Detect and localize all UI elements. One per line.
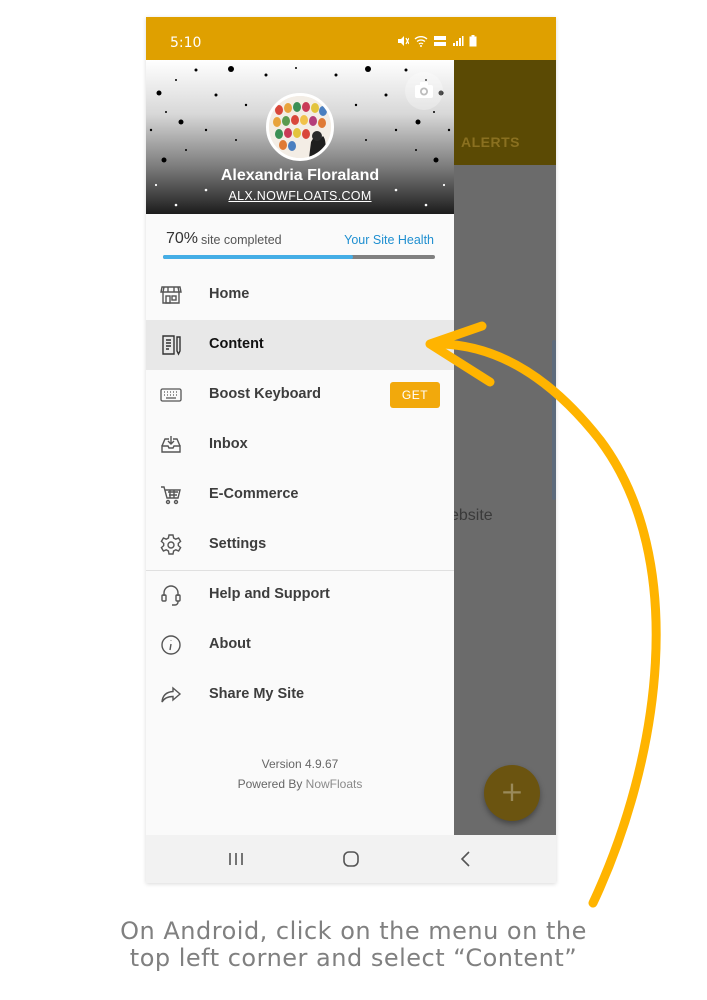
status-bar: 5:10 xyxy=(146,17,556,60)
menu-item-content[interactable]: Content xyxy=(146,320,454,370)
menu-item-settings[interactable]: Settings xyxy=(146,520,454,570)
menu-item-share-my-site[interactable]: Share My Site xyxy=(146,670,454,720)
get-keyboard-button[interactable]: GET xyxy=(390,382,440,408)
menu-item-boost-keyboard[interactable]: Boost Keyboard GET xyxy=(146,370,454,420)
app-version: Version 4.9.67 xyxy=(261,757,339,771)
home-circle-icon[interactable] xyxy=(339,847,363,871)
progress-track xyxy=(163,255,435,259)
site-progress: 70% site completed Your Site Health xyxy=(146,214,454,269)
progress-percent: 70% xyxy=(166,230,199,247)
battery-icon xyxy=(469,34,477,52)
avatar[interactable] xyxy=(266,93,334,161)
status-icons xyxy=(396,34,477,52)
camera-icon xyxy=(415,82,433,98)
content-icon xyxy=(159,333,183,357)
background-app: ALERTS ebsite + xyxy=(450,60,556,835)
headset-icon xyxy=(159,583,183,607)
menu-item-help-and-support[interactable]: Help and Support xyxy=(146,570,454,620)
menu-item-label: About xyxy=(209,636,251,652)
menu-item-label: Inbox xyxy=(209,436,248,452)
inbox-icon xyxy=(159,433,183,457)
menu-item-label: Boost Keyboard xyxy=(209,386,321,402)
info-icon xyxy=(159,633,183,657)
profile-site-link[interactable]: ALX.NOWFLOATS.COM xyxy=(146,189,454,203)
menu-item-label: Share My Site xyxy=(209,686,305,702)
profile-name: Alexandria Floraland xyxy=(220,167,380,184)
recent-apps-icon[interactable] xyxy=(224,847,248,871)
store-icon xyxy=(159,283,183,307)
caption-line: top left corner and select “Content” xyxy=(129,944,578,972)
site-health-link[interactable]: Your Site Health xyxy=(344,233,434,247)
background-scroll-edge xyxy=(552,340,556,500)
mute-icon xyxy=(396,34,410,52)
keyboard-icon xyxy=(159,383,183,407)
powered-prefix: Powered By xyxy=(237,777,303,791)
powered-brand: NowFloats xyxy=(305,777,363,791)
change-cover-button[interactable] xyxy=(405,72,443,110)
instruction-caption: On Android, click on the menu on the top… xyxy=(0,918,707,972)
menu-item-label: Settings xyxy=(209,536,267,552)
menu-item-label: E-Commerce xyxy=(209,486,299,502)
phone-screen: 5:10 ALERTS ebsite + Alexandria Floralan… xyxy=(146,17,556,883)
menu-item-about[interactable]: About xyxy=(146,620,454,670)
background-header: ALERTS xyxy=(454,60,556,165)
menu-item-inbox[interactable]: Inbox xyxy=(146,420,454,470)
menu-item-e-commerce[interactable]: E-Commerce xyxy=(146,470,454,520)
alerts-tab: ALERTS xyxy=(461,134,520,150)
menu-item-label: Home xyxy=(209,286,250,302)
cart-icon xyxy=(159,483,183,507)
menu-item-label: Content xyxy=(209,336,264,352)
volte-icon xyxy=(433,34,447,52)
background-text: ebsite xyxy=(450,507,493,524)
system-nav-bar xyxy=(146,835,556,883)
share-icon xyxy=(159,683,183,707)
wifi-icon xyxy=(414,34,428,52)
menu-item-label: Help and Support xyxy=(209,586,330,602)
plus-icon: + xyxy=(500,775,524,808)
back-icon[interactable] xyxy=(454,847,478,871)
caption-line: On Android, click on the menu on the xyxy=(120,917,587,945)
status-time: 5:10 xyxy=(170,35,202,51)
powered-by: Powered By NowFloats xyxy=(146,777,454,791)
navigation-drawer: Alexandria Floraland ALX.NOWFLOATS.COM 7… xyxy=(146,60,454,835)
add-fab-button: + xyxy=(484,765,540,821)
signal-icon xyxy=(452,34,464,52)
drawer-header: Alexandria Floraland ALX.NOWFLOATS.COM xyxy=(146,60,454,214)
progress-label: site completed xyxy=(201,233,282,247)
progress-fill xyxy=(163,255,354,259)
menu-item-home[interactable]: Home xyxy=(146,270,454,320)
avatar-image xyxy=(269,96,331,158)
gear-icon xyxy=(159,533,183,557)
